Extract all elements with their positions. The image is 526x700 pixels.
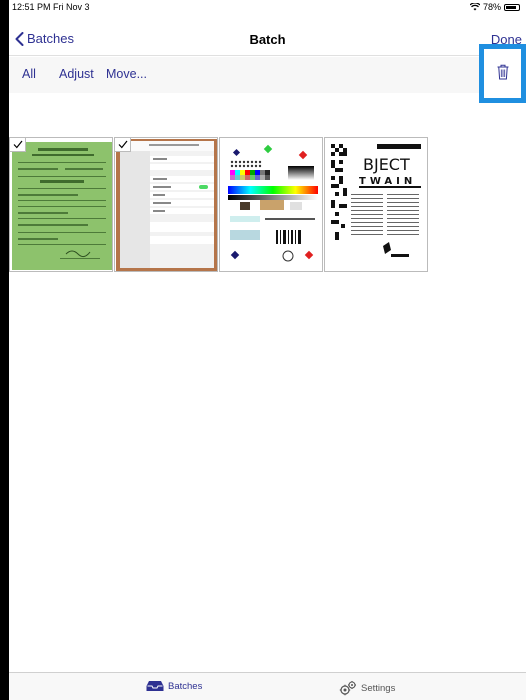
battery-percent: 78%: [482, 2, 501, 12]
checkmark-icon: [118, 140, 128, 149]
page-thumbnail[interactable]: [9, 137, 113, 272]
tab-bar: Batches Settings: [9, 672, 526, 700]
app-screen: 12:51 PM Fri Nov 3 78% Batches Batch Don…: [9, 0, 526, 700]
page-thumbnail[interactable]: BJECT TWAIN: [324, 137, 428, 272]
wifi-icon: [469, 3, 480, 11]
select-all-button[interactable]: All: [22, 67, 36, 81]
delete-button[interactable]: [479, 44, 526, 103]
page-thumbnail[interactable]: [219, 137, 323, 272]
settings-screenshot-thumbnail-icon: [116, 139, 217, 271]
selection-checkbox[interactable]: [115, 138, 131, 152]
battery-icon: [504, 3, 520, 11]
object-twain-page-thumbnail-icon: BJECT TWAIN: [325, 138, 427, 271]
tab-settings[interactable]: Settings: [339, 680, 395, 696]
selection-checkbox[interactable]: [10, 138, 26, 152]
tab-batches-label: Batches: [168, 680, 203, 692]
adjust-button[interactable]: Adjust: [59, 67, 94, 81]
status-right: 78%: [469, 2, 520, 12]
move-button[interactable]: Move...: [106, 67, 147, 81]
navigation-bar: Batches Batch Done: [9, 14, 526, 56]
page-title: Batch: [249, 32, 286, 47]
inbox-tray-icon: [146, 681, 164, 691]
tab-batches[interactable]: Batches: [146, 680, 202, 692]
thumbnail-grid: BJECT TWAIN: [9, 137, 429, 272]
status-bar: 12:51 PM Fri Nov 3 78%: [9, 0, 526, 14]
tab-settings-label: Settings: [361, 682, 396, 694]
gears-icon: [339, 681, 356, 696]
trash-icon: [497, 64, 509, 80]
svg-text:BJECT: BJECT: [363, 155, 410, 174]
svg-text:TWAIN: TWAIN: [359, 176, 416, 187]
checkmark-icon: [13, 140, 23, 149]
batch-toolbar: All Adjust Move...: [9, 57, 526, 93]
status-time: 12:51 PM Fri Nov 3: [12, 2, 90, 12]
page-thumbnail[interactable]: [114, 137, 218, 272]
document-thumbnail-icon: [12, 142, 112, 270]
color-test-chart-thumbnail-icon: [220, 138, 322, 271]
